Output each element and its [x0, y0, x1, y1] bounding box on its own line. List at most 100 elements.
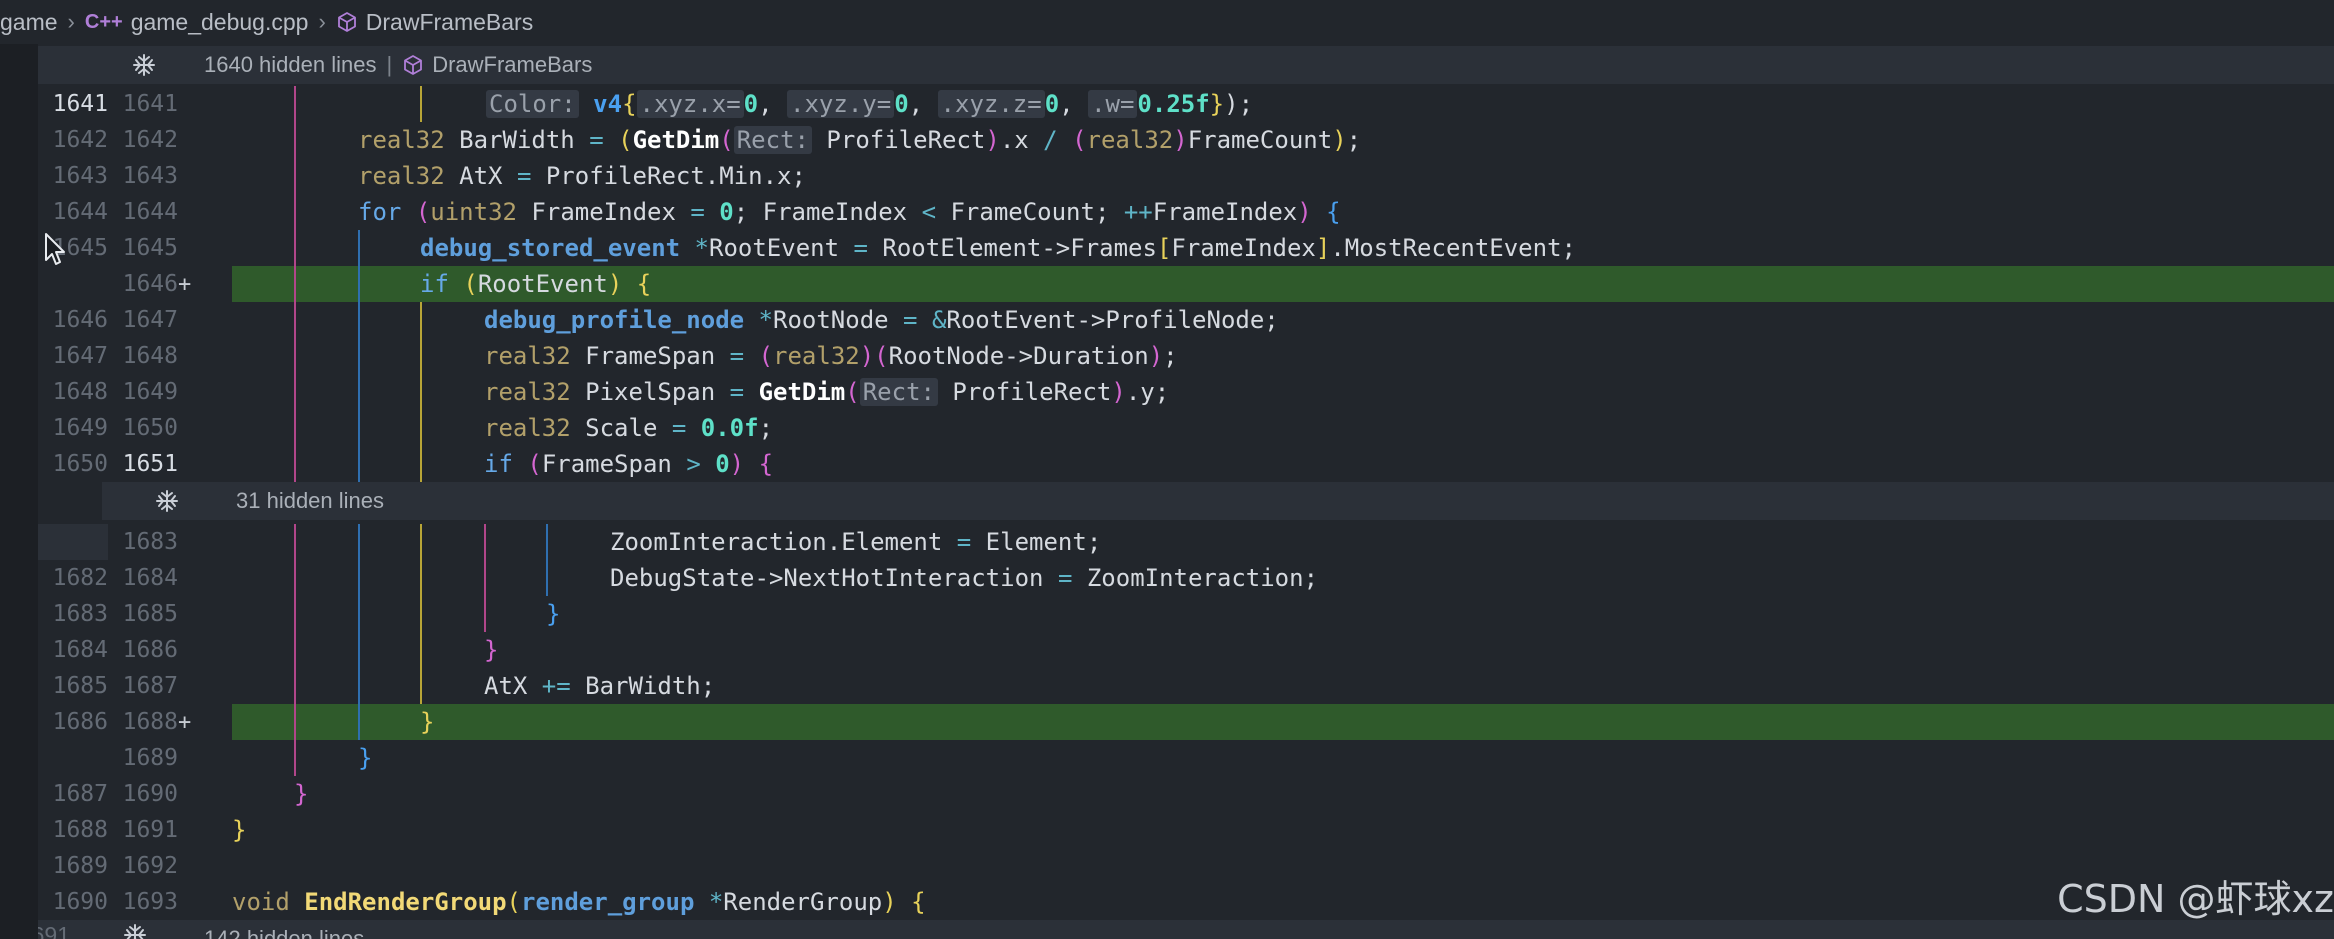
fold-symbol-label[interactable]: DrawFrameBars	[432, 52, 592, 78]
unfold-icon[interactable]	[70, 920, 200, 939]
original-line-number: 1685	[52, 673, 108, 699]
mouse-cursor-icon	[45, 233, 65, 265]
code-content[interactable]: real32 Scale = 0.0f;	[232, 410, 2334, 446]
code-text: for (uint32 FrameIndex = 0; FrameIndex <…	[358, 198, 1341, 226]
code-line[interactable]: 1682 1684 DebugState->NextHotInteraction…	[38, 560, 2334, 596]
code-line[interactable]: 1688 1691 }	[38, 812, 2334, 848]
modified-line-number: 1692	[122, 853, 178, 879]
code-content[interactable]: }	[232, 740, 2334, 776]
code-line[interactable]: 1648 1649 real32 PixelSpan = GetDim(Rect…	[38, 374, 2334, 410]
cpp-file-icon: C++	[84, 10, 123, 33]
code-content[interactable]: debug_profile_node *RootNode = &RootEven…	[232, 302, 2334, 338]
fold-hidden-lines[interactable]: 1640 hidden lines | DrawFrameBars	[38, 46, 2334, 84]
code-content[interactable]	[232, 848, 2334, 884]
code-content[interactable]: }	[232, 812, 2334, 848]
modified-line-number: 1689	[122, 745, 178, 771]
breadcrumb-symbol[interactable]: DrawFrameBars	[366, 9, 533, 36]
code-line[interactable]: 1689 1692	[38, 848, 2334, 884]
modified-line-number: 1647	[122, 307, 178, 333]
code-line[interactable]: 1687 1690 }	[38, 776, 2334, 812]
chevron-right-icon: ›	[318, 9, 326, 34]
unfold-icon[interactable]	[102, 488, 232, 514]
code-line[interactable]: 1689 }	[38, 740, 2334, 776]
code-content[interactable]: real32 BarWidth = (GetDim(Rect: ProfileR…	[232, 122, 2334, 158]
code-text: }	[546, 600, 561, 628]
code-content[interactable]: }	[232, 776, 2334, 812]
fold-label: 31 hidden lines	[236, 488, 385, 513]
code-text: }	[358, 744, 373, 772]
modified-line-number: 1693	[122, 889, 178, 915]
diff-editor: game › C++ game_debug.cpp › DrawFrameBar…	[0, 0, 2334, 939]
code-content[interactable]: real32 FrameSpan = (real32)(RootNode->Du…	[232, 338, 2334, 374]
modified-line-number: 1648	[122, 343, 178, 369]
code-line[interactable]: 1683 ZoomInteraction.Element = Element;	[38, 524, 2334, 560]
original-line-number: 1690	[52, 889, 108, 915]
code-line[interactable]: 1647 1648 real32 FrameSpan = (real32)(Ro…	[38, 338, 2334, 374]
original-line-number: 1641	[52, 91, 108, 117]
fold-label: 142 hidden lines	[204, 926, 365, 939]
code-text: debug_stored_event *RootEvent = RootElem…	[420, 234, 1576, 262]
code-content[interactable]: }	[232, 704, 2334, 740]
watermark: CSDN @虾球xz	[2057, 877, 2334, 921]
code-line[interactable]: 1642 1642 real32 BarWidth = (GetDim(Rect…	[38, 122, 2334, 158]
code-text: }	[420, 708, 435, 736]
original-line-number: 1648	[52, 379, 108, 405]
code-content[interactable]: debug_stored_event *RootEvent = RootElem…	[232, 230, 2334, 266]
code-text: }	[484, 636, 499, 664]
original-line-number: 1683	[52, 601, 108, 627]
original-line-number: 1650	[52, 451, 108, 477]
code-text: real32 PixelSpan = GetDim(Rect: ProfileR…	[484, 378, 1170, 406]
modified-line-number: 1644	[122, 199, 178, 225]
code-line[interactable]: 1645 1645 debug_stored_event *RootEvent …	[38, 230, 2334, 266]
original-line-number: 1691	[38, 922, 70, 939]
code-content[interactable]: }	[232, 596, 2334, 632]
fold-hidden-lines[interactable]: 31 hidden lines	[102, 482, 2334, 520]
modified-line-number: 1684	[122, 565, 178, 591]
code-line[interactable]: 1690 1693 void EndRenderGroup(render_gro…	[38, 884, 2334, 920]
chevron-right-icon: ›	[67, 9, 75, 34]
code-line[interactable]: 1641 1641 Color: v4{.xyz.x= 0, .xyz.y= 0, …	[38, 86, 2334, 122]
code-text: AtX += BarWidth;	[484, 672, 716, 700]
code-line[interactable]: 1646 1647 debug_profile_node *RootNode =…	[38, 302, 2334, 338]
code-text: }	[294, 780, 309, 808]
code-content[interactable]: void EndRenderGroup(render_group *Render…	[232, 884, 2334, 920]
modified-line-number: 1649	[122, 379, 178, 405]
code-line[interactable]: 1684 1686 }	[38, 632, 2334, 668]
code-text: if (FrameSpan > 0) {	[484, 450, 774, 478]
code-content[interactable]: ZoomInteraction.Element = Element;	[232, 524, 2334, 560]
modified-line-number: 1685	[122, 601, 178, 627]
code-line[interactable]: 1683 1685 }	[38, 596, 2334, 632]
original-line-number: 1643	[52, 163, 108, 189]
code-content[interactable]: Color: v4{.xyz.x= 0, .xyz.y= 0, .xyz.z= 0, …	[232, 86, 2334, 122]
fold-hidden-lines[interactable]: 1691 142 hidden lines	[38, 920, 2334, 939]
breadcrumb-file[interactable]: game_debug.cpp	[131, 9, 309, 36]
code-line[interactable]: 1649 1650 real32 Scale = 0.0f;	[38, 410, 2334, 446]
diff-added-marker: +	[178, 271, 192, 297]
original-line-number	[38, 524, 108, 560]
original-line-number: 1686	[52, 709, 108, 735]
code-text: if (RootEvent) {	[420, 270, 652, 298]
modified-line-number: 1650	[122, 415, 178, 441]
code-content[interactable]: if (RootEvent) {	[232, 266, 2334, 302]
code-line-added[interactable]: 1686 1688 + }	[38, 704, 2334, 740]
code-content[interactable]: AtX += BarWidth;	[232, 668, 2334, 704]
diff-added-marker: +	[178, 709, 192, 735]
code-content[interactable]: for (uint32 FrameIndex = 0; FrameIndex <…	[232, 194, 2334, 230]
code-line[interactable]: 1643 1643 real32 AtX = ProfileRect.Min.x…	[38, 158, 2334, 194]
code-content[interactable]: if (FrameSpan > 0) {	[232, 446, 2334, 482]
code-text: DebugState->NextHotInteraction = ZoomInt…	[610, 564, 1319, 592]
code-content[interactable]: real32 AtX = ProfileRect.Min.x;	[232, 158, 2334, 194]
code-line[interactable]: 1685 1687 AtX += BarWidth;	[38, 668, 2334, 704]
unfold-icon[interactable]	[88, 52, 200, 78]
code-line[interactable]: 1650 1651 if (FrameSpan > 0) {	[38, 446, 2334, 482]
code-content[interactable]: DebugState->NextHotInteraction = ZoomInt…	[232, 560, 2334, 596]
code-content[interactable]: real32 PixelSpan = GetDim(Rect: ProfileR…	[232, 374, 2334, 410]
code-text: real32 Scale = 0.0f;	[484, 414, 774, 442]
fold-separator: |	[386, 52, 393, 77]
code-line[interactable]: 1644 1644 for (uint32 FrameIndex = 0; Fr…	[38, 194, 2334, 230]
code-content[interactable]: }	[232, 632, 2334, 668]
modified-line-number: 1646	[122, 271, 178, 297]
code-text: Color: v4{.xyz.x= 0, .xyz.y= 0, .xyz.z= 0, …	[486, 90, 1253, 118]
code-line-added[interactable]: 1646 + if (RootEvent) {	[38, 266, 2334, 302]
breadcrumb-root[interactable]: game	[0, 9, 58, 36]
